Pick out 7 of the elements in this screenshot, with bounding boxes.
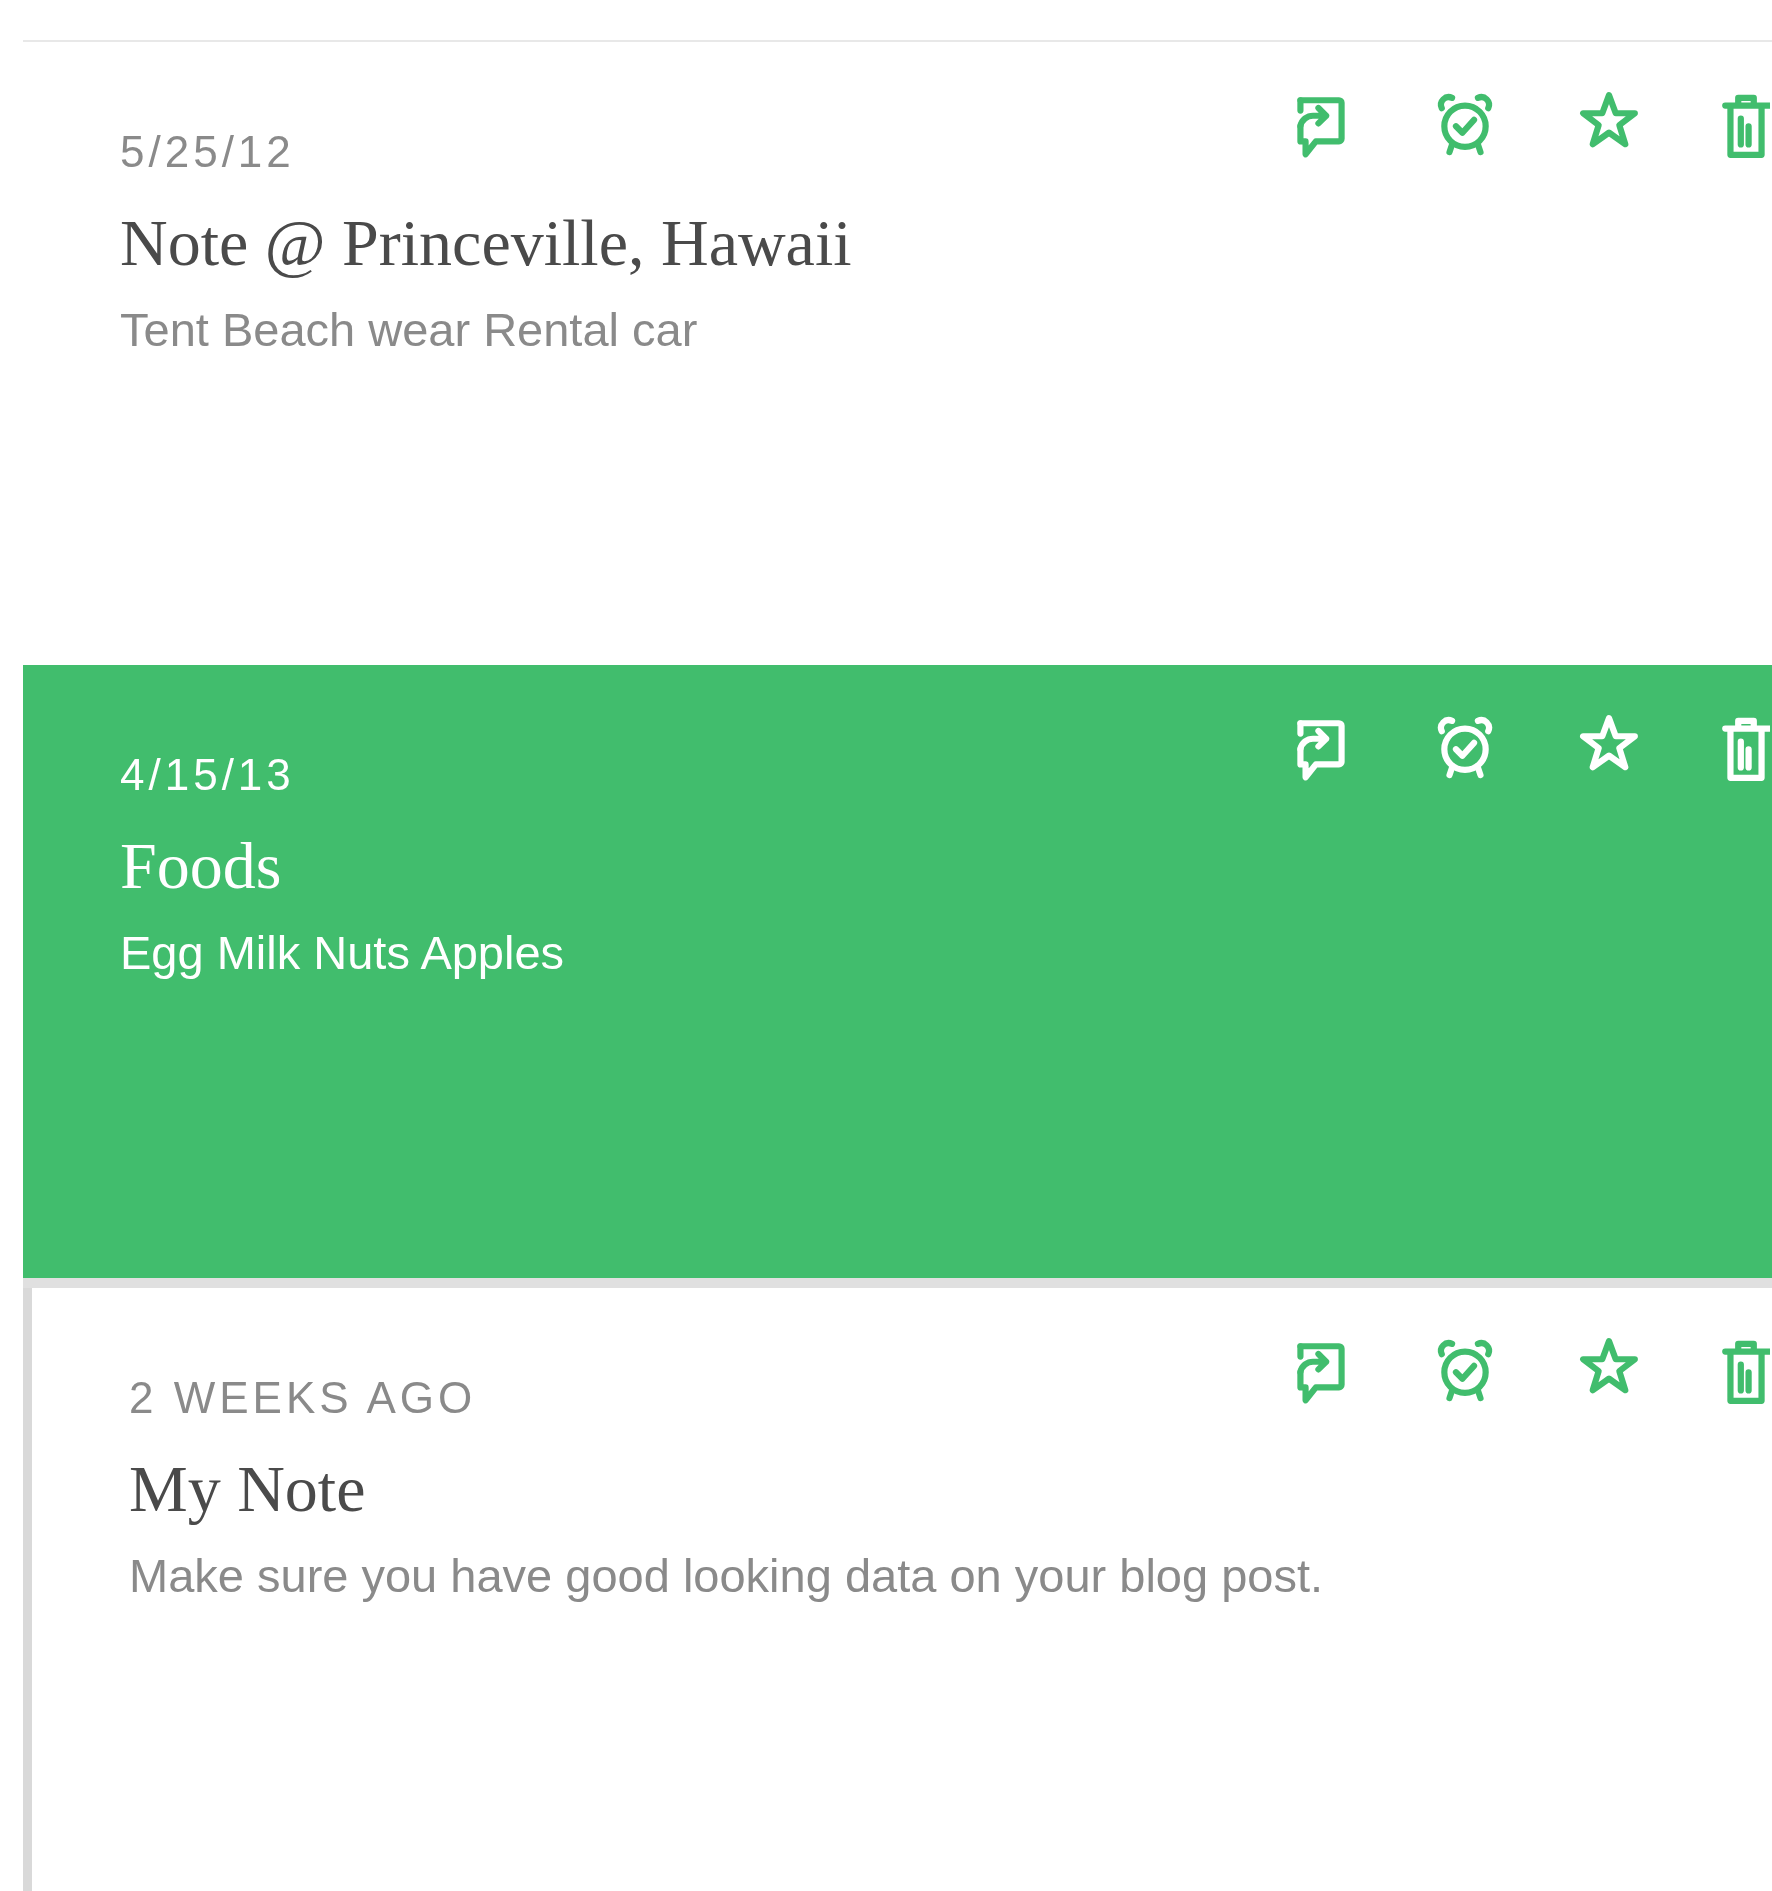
note-title: Note @ Princeville, Hawaii bbox=[120, 210, 853, 276]
note-snippet: Tent Beach wear Rental car bbox=[120, 306, 699, 353]
note-card[interactable]: 2 WEEKS AGO My Note Make sure you have good looking data on your blog post. bbox=[23, 1288, 1772, 1891]
note-date: 2 WEEKS AGO bbox=[129, 1376, 478, 1420]
note-date: 4/15/13 bbox=[120, 753, 296, 797]
note-title: Foods bbox=[120, 833, 283, 899]
note-date: 5/25/12 bbox=[120, 130, 296, 174]
